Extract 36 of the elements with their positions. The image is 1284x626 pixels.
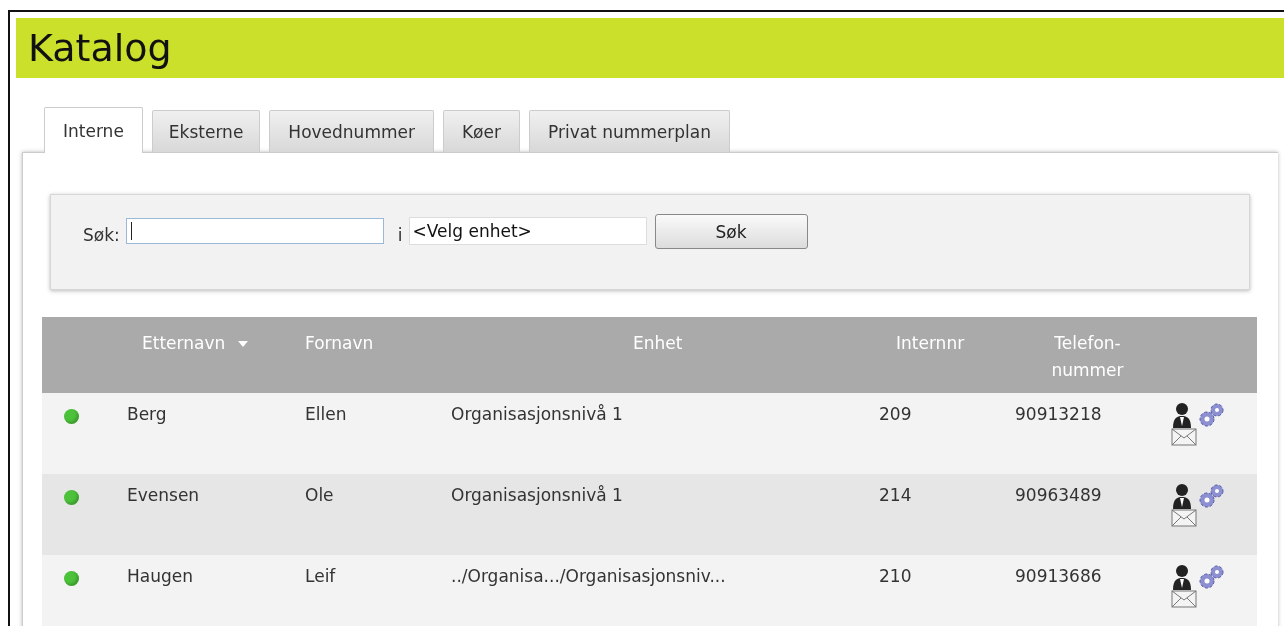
table-cell: 90913686 <box>1015 566 1102 586</box>
gears-icon[interactable] <box>1197 564 1225 590</box>
page-title: Katalog <box>28 26 172 70</box>
mail-icon[interactable] <box>1171 428 1197 446</box>
search-button[interactable]: Søk <box>654 214 808 249</box>
table-cell: Berg <box>127 404 167 424</box>
mail-icon[interactable] <box>1171 509 1197 527</box>
sort-caret-icon[interactable] <box>237 340 250 348</box>
table-cell: Haugen <box>127 566 193 586</box>
table-cell: Ole <box>305 485 334 505</box>
table-cell: Organisasjonsnivå 1 <box>451 485 623 505</box>
table-cell: 210 <box>879 566 912 586</box>
tab[interactable]: Privat nummerplan <box>528 110 730 152</box>
search-field[interactable] <box>125 218 384 244</box>
table-cell: 214 <box>879 485 912 505</box>
tab[interactable]: Hovednummer <box>269 110 434 152</box>
person-icon[interactable] <box>1171 402 1193 428</box>
table-cell: 209 <box>879 404 912 424</box>
gears-icon[interactable] <box>1197 483 1225 509</box>
gears-icon[interactable] <box>1197 402 1225 428</box>
tab[interactable]: Interne <box>44 107 143 153</box>
table-cell: Ellen <box>305 404 347 424</box>
table-cell: Evensen <box>127 485 200 505</box>
table-cell: 90963489 <box>1015 485 1102 505</box>
tab[interactable]: Eksterne <box>151 110 261 152</box>
person-icon[interactable] <box>1171 564 1193 590</box>
in-label: i <box>397 225 403 245</box>
mail-icon[interactable] <box>1171 590 1197 608</box>
tab[interactable]: Køer <box>442 110 520 152</box>
table-cell: 90913218 <box>1015 404 1102 424</box>
person-icon[interactable] <box>1171 483 1193 509</box>
table-cell: Leif <box>305 566 336 586</box>
table-cell: Organisasjonsnivå 1 <box>451 404 623 424</box>
unit-field[interactable]: <Velg enhet> <box>408 217 647 245</box>
search-label: Søk: <box>83 225 120 245</box>
table-cell: ../Organisa.../Organisasjonsniv... <box>451 566 726 586</box>
